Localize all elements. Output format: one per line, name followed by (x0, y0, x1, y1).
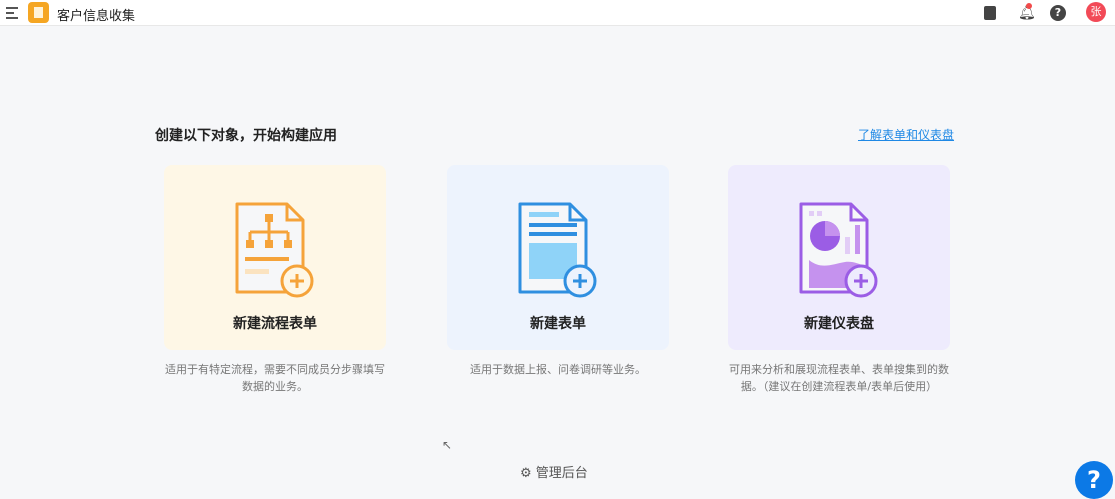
card-title: 新建仪表盘 (804, 316, 874, 332)
help-icon[interactable]: ? (1050, 5, 1066, 21)
app-logo (28, 2, 49, 23)
notebook-icon[interactable] (984, 6, 996, 20)
process-form-icon (235, 202, 314, 298)
learn-forms-link[interactable]: 了解表单和仪表盘 (858, 126, 954, 143)
menu-icon[interactable] (6, 7, 18, 22)
card-description: 可用来分析和展现流程表单、表单搜集到的数据。（建议在创建流程表单/表单后使用） (729, 363, 949, 393)
card-description: 适用于数据上报、问卷调研等业务。 (470, 363, 646, 376)
card-description: 适用于有特定流程，需要不同成员分步骤填写数据的业务。 (165, 363, 385, 393)
card-title: 新建流程表单 (233, 316, 317, 332)
avatar[interactable]: 张 (1086, 2, 1106, 22)
form-icon (518, 202, 597, 298)
gear-icon: ⚙ (520, 466, 532, 481)
notification-dot (1026, 3, 1032, 9)
mouse-cursor: ↖ (442, 438, 453, 452)
page-heading: 创建以下对象，开始构建应用 (155, 128, 337, 144)
top-bar: 客户信息收集 🔔︎ ? 张 (0, 0, 1115, 26)
admin-label: 管理后台 (535, 466, 588, 481)
new-dashboard-card[interactable]: 新建仪表盘 (728, 165, 950, 350)
dashboard-icon (799, 202, 878, 298)
admin-console-link[interactable]: ⚙ 管理后台 (520, 462, 588, 481)
help-fab-button[interactable]: ? (1075, 461, 1113, 499)
app-title: 客户信息收集 (57, 9, 136, 24)
new-form-card[interactable]: 新建表单 (447, 165, 669, 350)
new-process-form-card[interactable]: 新建流程表单 (164, 165, 386, 350)
card-title: 新建表单 (530, 316, 586, 332)
